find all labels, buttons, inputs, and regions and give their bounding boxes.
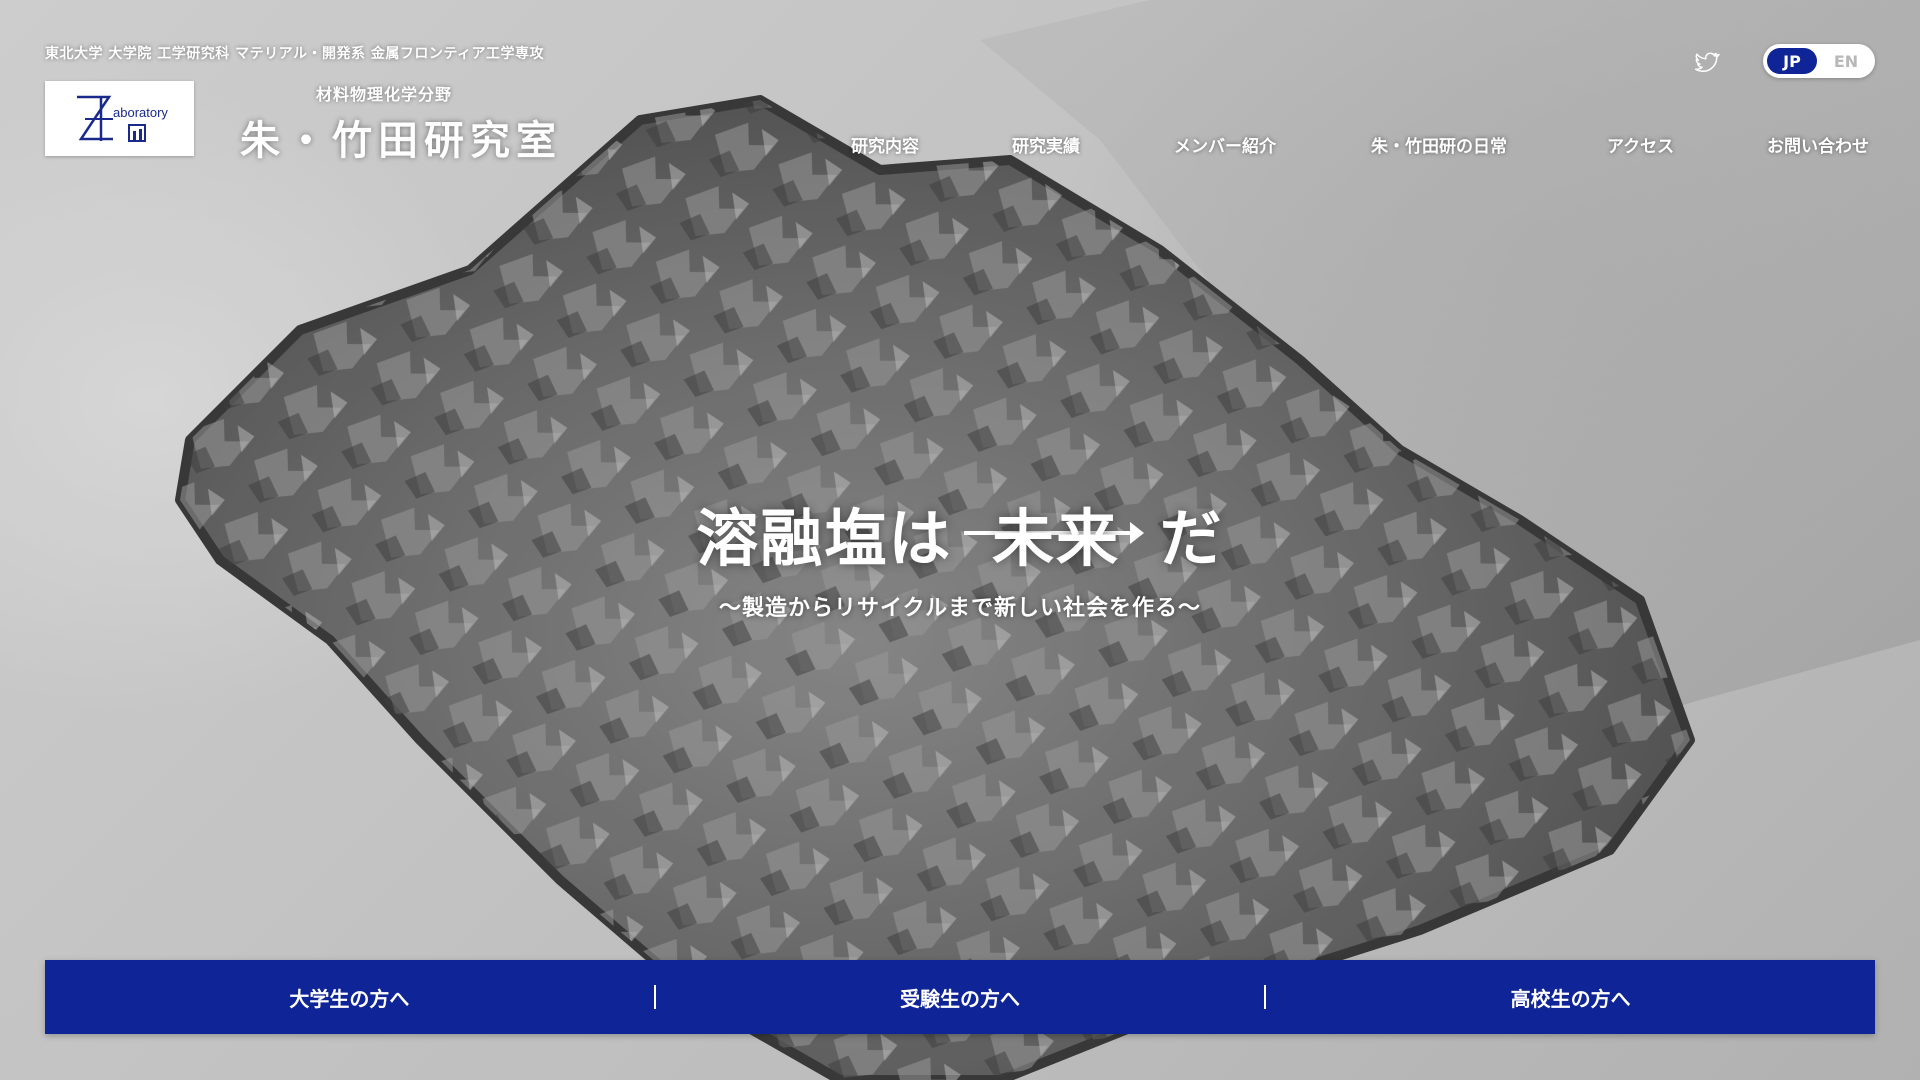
hero-headline: 溶融塩は 未来 だ bbox=[0, 488, 1920, 578]
audience-university-students[interactable]: 大学生の方へ bbox=[45, 960, 654, 1034]
audience-examinees[interactable]: 受験生の方へ bbox=[656, 960, 1265, 1034]
headline-post: だ bbox=[1159, 502, 1224, 575]
twitter-icon bbox=[1694, 52, 1720, 72]
hero-subline: 〜製造からリサイクルまで新しい社会を作る〜 bbox=[719, 596, 1201, 621]
headline-future-text: 未来 bbox=[991, 502, 1120, 575]
twitter-link[interactable] bbox=[1692, 49, 1720, 75]
nav-contact[interactable]: お問い合わせ bbox=[1767, 132, 1869, 157]
nav-achievements[interactable]: 研究実績 bbox=[1012, 132, 1080, 157]
university-affiliation: 東北大学 大学院 工学研究科 マテリアル・開発系 金属フロンティア工学専攻 bbox=[45, 46, 545, 62]
headline-future: 未来 bbox=[963, 488, 1144, 578]
nav-daily-life[interactable]: 朱・竹田研の日常 bbox=[1371, 132, 1507, 157]
audience-high-school-students[interactable]: 高校生の方へ bbox=[1266, 960, 1875, 1034]
nav-members[interactable]: メンバー紹介 bbox=[1174, 132, 1276, 157]
future-arrow-head-icon bbox=[1130, 522, 1144, 544]
main-nav: 研究内容 研究実績 メンバー紹介 朱・竹田研の日常 アクセス お問い合わせ bbox=[0, 132, 1920, 157]
nav-access[interactable]: アクセス bbox=[1607, 132, 1674, 157]
lab-field: 材料物理化学分野 bbox=[316, 85, 453, 104]
nav-research[interactable]: 研究内容 bbox=[851, 132, 919, 157]
lang-jp-button[interactable]: JP bbox=[1767, 48, 1817, 74]
language-toggle: JP EN bbox=[1763, 44, 1875, 78]
lab-logo-text: aboratory bbox=[113, 105, 168, 120]
lang-en-button[interactable]: EN bbox=[1821, 48, 1871, 74]
headline-pre: 溶融塩は bbox=[696, 502, 953, 575]
audience-bar: 大学生の方へ 受験生の方へ 高校生の方へ bbox=[45, 960, 1875, 1034]
